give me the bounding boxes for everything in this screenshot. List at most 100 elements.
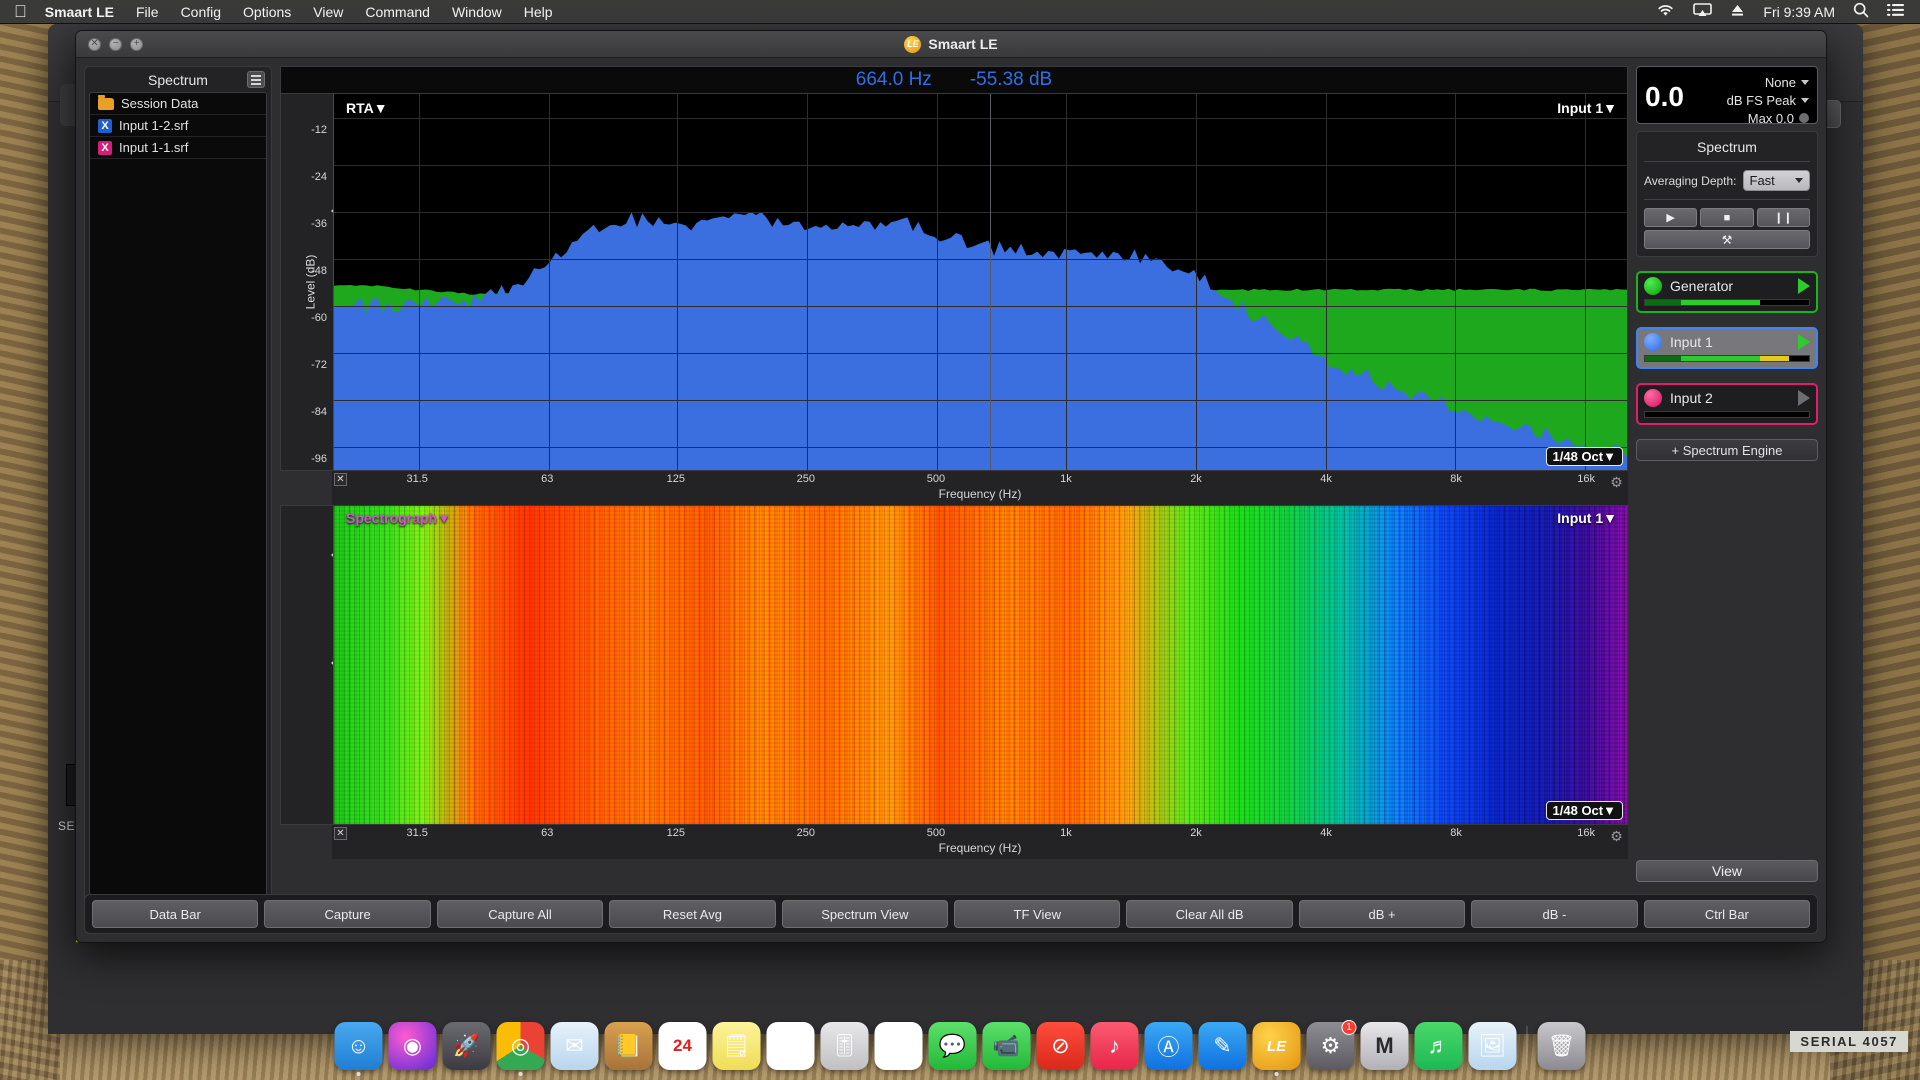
rta-xaxis-tick: 500 [926,473,946,485]
db-plus-button[interactable]: dB + [1298,900,1466,928]
dock-item-xcode-icon[interactable]: ✎ [1198,1022,1247,1070]
dock-item-smaart-le-icon[interactable]: LE [1252,1022,1301,1076]
dock-item-calendar-icon[interactable]: 24 [658,1022,707,1070]
menu-view[interactable]: View [313,4,343,20]
rta-cursor-line[interactable] [989,94,991,470]
menu-command[interactable]: Command [365,4,430,20]
play-button[interactable]: ▶ [1644,208,1698,227]
dock-item-launchpad-icon[interactable]: 🚀 [442,1022,491,1070]
max-reset-dot-icon[interactable] [1799,113,1809,123]
window-title-bar[interactable]: ✕ − + LE Smaart LE [76,31,1826,58]
rta-graph[interactable]: Level (dB) -12 -24 -36 -48 -60 -72 -84 -… [280,93,1628,471]
eject-icon[interactable] [1730,3,1745,20]
dock-item-spotify-icon[interactable]: ♬ [1414,1022,1463,1070]
menu-window[interactable]: Window [452,4,502,20]
dock-item-reminders-icon[interactable]: ☰ [766,1022,815,1070]
tools-button[interactable]: ⚒ [1644,230,1810,249]
rta-settings-gear-icon[interactable]: ⚙ [1609,475,1624,490]
rta-plot-area[interactable]: RTA▼ Input 1▼ 1/48 Oct▼ [333,94,1627,470]
dock-item-trash-icon[interactable]: 🗑 [1537,1022,1586,1070]
spectrograph-title-dropdown[interactable]: Spectrograph▼ [346,510,451,526]
dock-item-notes-icon[interactable]: 🗒 [712,1022,761,1070]
averaging-depth-select[interactable]: Fast [1742,170,1810,191]
averaging-depth-label: Averaging Depth: [1644,173,1737,188]
rta-xaxis-tick: 125 [666,473,685,485]
dock-item-audio-midi-icon[interactable]: 🎚 [820,1022,869,1070]
search-icon[interactable] [1853,2,1869,21]
menu-smaart-le[interactable]: Smaart LE [45,4,114,20]
airplay-icon[interactable] [1693,3,1713,20]
data-bar-button[interactable]: Data Bar [92,900,259,928]
gridline-horizontal [334,258,1627,260]
control-center-icon[interactable] [1887,3,1904,20]
stop-button[interactable]: ■ [1700,208,1754,227]
spectrograph-graph[interactable]: Spectrograph▼ Input 1▼ 1/48 Oct▼ [280,505,1628,825]
tree-item-input-1-2[interactable]: X Input 1-2.srf [90,115,266,137]
smaart-le-window[interactable]: ✕ − + LE Smaart LE Spectrum Session Data… [75,30,1827,943]
add-spectrum-engine-button[interactable]: + Spectrum Engine [1636,439,1818,461]
input-2-play-icon[interactable] [1798,390,1810,406]
dock-item-donotdisturb-icon[interactable]: ⊘ [1036,1022,1085,1070]
spectrograph-plot-area[interactable]: Spectrograph▼ Input 1▼ 1/48 Oct▼ [333,506,1627,824]
ctrl-bar-button[interactable]: Ctrl Bar [1643,900,1811,928]
rta-title-dropdown[interactable]: RTA▼ [346,100,388,116]
session-data-tree[interactable]: Session Data X Input 1-2.srf X Input 1-1… [89,92,267,899]
spectrograph-close-icon[interactable]: ✕ [334,827,347,840]
spectrograph-settings-gear-icon[interactable]: ⚙ [1609,829,1624,844]
pause-button[interactable]: ❙❙ [1756,208,1810,227]
dock-item-photos-icon[interactable]: ✿ [874,1022,923,1070]
dock-item-siri-icon[interactable]: ◉ [388,1022,437,1070]
view-button[interactable]: View [1636,860,1818,882]
x-icon[interactable]: X [98,140,112,155]
engine-input-1[interactable]: Input 1 [1636,327,1818,369]
wifi-icon[interactable] [1656,3,1675,20]
input-1-play-icon[interactable] [1798,334,1810,350]
dock-item-system-prefs-icon[interactable]: ⚙ 1 [1306,1020,1357,1070]
menu-help[interactable]: Help [524,4,553,20]
rta-source-dropdown[interactable]: Input 1▼ [1557,100,1617,116]
menu-bar-clock[interactable]: Fri 9:39 AM [1763,4,1835,20]
generator-status-dot-icon [1644,277,1662,295]
spec-xaxis-tick: 8k [1450,827,1462,839]
apple-logo-icon[interactable]:  [14,3,27,20]
dock-item-finder-icon[interactable]: ☺ [334,1022,383,1076]
rta-resolution-badge[interactable]: 1/48 Oct▼ [1545,447,1623,466]
dock-item-facetime-icon[interactable]: 📹 [982,1022,1031,1070]
rta-close-icon[interactable]: ✕ [334,473,347,486]
dock-item-chrome-icon[interactable]: ◎ [496,1022,545,1076]
tree-item-session-data[interactable]: Session Data [90,93,266,115]
tree-item-label: Session Data [121,96,199,111]
engine-name: Generator [1670,278,1734,294]
transport-controls: ▶ ■ ❙❙ [1644,200,1810,227]
generator-play-icon[interactable] [1798,278,1810,294]
x-icon[interactable]: X [98,118,112,133]
spectrograph-source-dropdown[interactable]: Input 1▼ [1557,510,1617,526]
clear-all-db-button[interactable]: Clear All dB [1126,900,1293,928]
gridline-vertical [1455,94,1457,470]
reset-avg-button[interactable]: Reset Avg [609,900,776,928]
menu-config[interactable]: Config [181,4,221,20]
capture-all-button[interactable]: Capture All [436,900,604,928]
dock-item-contacts-icon[interactable]: 📒 [604,1022,653,1070]
hamburger-icon[interactable] [247,71,265,88]
spectrograph-resolution-badge[interactable]: 1/48 Oct▼ [1545,801,1623,820]
dock-item-appstore-icon[interactable]: Ⓐ [1144,1022,1193,1070]
dock-item-mountain-duck-icon[interactable]: M [1360,1022,1409,1070]
engine-input-2[interactable]: Input 2 [1636,383,1818,425]
tree-item-input-1-1[interactable]: X Input 1-1.srf [90,137,266,159]
menu-file[interactable]: File [136,4,159,20]
db-minus-button[interactable]: dB - [1471,900,1638,928]
chevron-down-icon[interactable] [1801,97,1809,103]
rta-ytick: -72 [311,358,327,371]
dock-item-messages-icon[interactable]: 💬 [928,1022,977,1070]
spectrum-view-button[interactable]: Spectrum View [781,900,949,928]
menu-options[interactable]: Options [243,4,291,20]
tf-view-button[interactable]: TF View [954,900,1121,928]
engine-generator[interactable]: Generator [1636,271,1818,313]
dock-item-mail-icon[interactable]: ✉ [550,1022,599,1070]
capture-button[interactable]: Capture [264,900,431,928]
chevron-down-icon[interactable] [1801,79,1809,85]
dock-item-music-icon[interactable]: ♪ [1090,1022,1139,1070]
peak-meter-box[interactable]: 0.0 None dB FS Peak Max 0.0 [1636,66,1818,126]
dock-item-preview-icon[interactable]: 🖼 [1468,1022,1517,1070]
